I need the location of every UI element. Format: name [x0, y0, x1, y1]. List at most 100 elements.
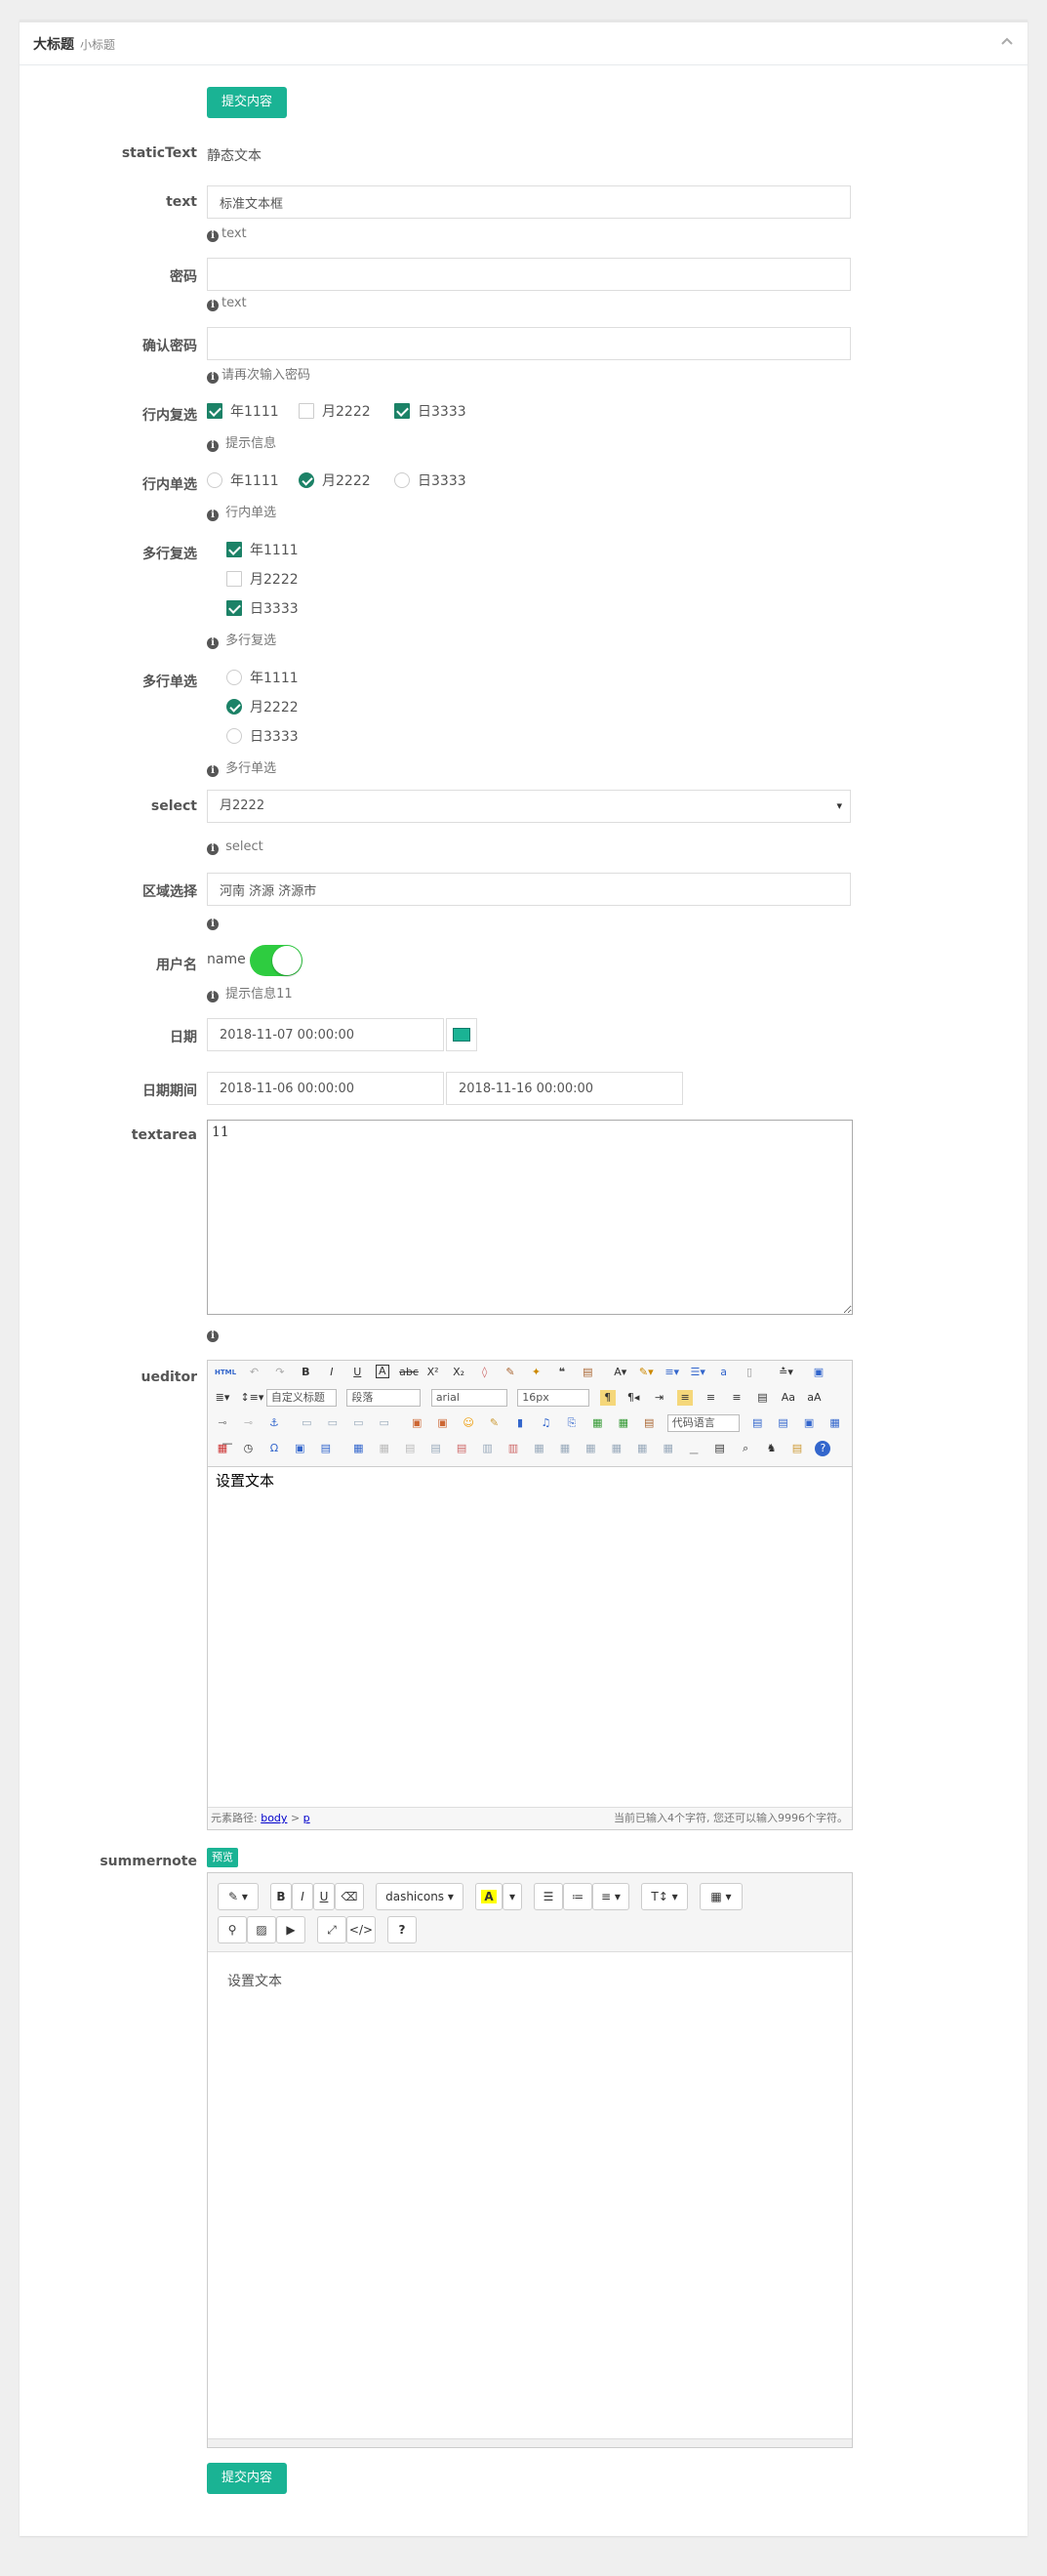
music-icon[interactable]: ♫	[538, 1415, 553, 1431]
calendar-icon[interactable]	[446, 1018, 477, 1051]
path-p-link[interactable]: p	[303, 1812, 310, 1824]
attachment-icon[interactable]: ⎘	[564, 1415, 580, 1431]
anchor-icon[interactable]: ⚓	[266, 1415, 282, 1431]
eraser-icon[interactable]: ◊	[477, 1365, 493, 1380]
checkbox-checked[interactable]	[226, 542, 242, 557]
path-body-link[interactable]: body	[261, 1812, 287, 1824]
split-cells-icon[interactable]: ▦	[609, 1441, 624, 1456]
link-button[interactable]: ⚲	[218, 1916, 247, 1943]
delete-table-icon[interactable]: ▦	[377, 1441, 392, 1456]
merge-cells-icon[interactable]: ▦	[531, 1441, 546, 1456]
table-icon[interactable]: ▦	[350, 1441, 366, 1456]
multi-radio-option[interactable]: 年1111	[226, 668, 299, 689]
ueditor-content[interactable]: 设置文本	[216, 1470, 274, 1491]
inline-radio-option[interactable]: 月2222	[299, 470, 371, 492]
map-icon[interactable]: ▦	[589, 1415, 605, 1431]
edit-tip-icon[interactable]: ▤	[789, 1441, 805, 1456]
multi-checkbox-option[interactable]: 年1111	[226, 540, 299, 561]
preview-button[interactable]: 预览	[207, 1848, 238, 1867]
auto-format-icon[interactable]: ✦	[528, 1365, 544, 1380]
align-left-icon[interactable]: ≡	[677, 1390, 694, 1406]
time-icon[interactable]: ◷	[240, 1441, 256, 1456]
date-range-end[interactable]	[446, 1072, 683, 1105]
radio-unchecked[interactable]	[226, 728, 242, 744]
merge-right-icon[interactable]: ▦	[557, 1441, 573, 1456]
image-center-icon[interactable]: ▭	[377, 1415, 392, 1431]
image-left-icon[interactable]: ▭	[325, 1415, 341, 1431]
radio-checked[interactable]	[226, 699, 242, 715]
fullscreen-button[interactable]: ⤢	[317, 1916, 346, 1943]
help-icon[interactable]: ?	[815, 1441, 831, 1456]
image-right-icon[interactable]: ▭	[350, 1415, 366, 1431]
font-border-icon[interactable]: A	[375, 1365, 389, 1378]
split-rows-icon[interactable]: ▦	[634, 1441, 650, 1456]
drafts-icon[interactable]: ♞	[764, 1441, 780, 1456]
bold-icon[interactable]: B	[298, 1365, 313, 1380]
template-icon[interactable]: ▤	[776, 1415, 791, 1431]
line-height-icon[interactable]: ↕≡▾	[240, 1390, 263, 1406]
date-range-start[interactable]	[207, 1072, 444, 1105]
delete-row-icon[interactable]: ▤	[454, 1441, 469, 1456]
merge-down-icon[interactable]: ▦	[583, 1441, 598, 1456]
gmap-icon[interactable]: ▦	[616, 1415, 631, 1431]
text-input[interactable]	[207, 185, 851, 219]
radio-unchecked[interactable]	[394, 472, 410, 488]
to-lowercase-icon[interactable]: aA	[806, 1390, 822, 1406]
chevron-up-icon[interactable]	[1000, 34, 1014, 50]
unordered-list-icon[interactable]: ☰▾	[690, 1365, 705, 1380]
undo-icon[interactable]: ↶	[246, 1365, 262, 1380]
row-spacing-icon[interactable]: ≛▾	[779, 1365, 794, 1380]
html-source-icon[interactable]: HTML	[215, 1365, 236, 1380]
strikethrough-icon[interactable]: abc	[399, 1365, 419, 1380]
radio-unchecked[interactable]	[226, 670, 242, 685]
underline-button[interactable]: U	[313, 1883, 335, 1910]
submit-button-top[interactable]: 提交内容	[207, 87, 287, 118]
ordered-list-button[interactable]: ≔	[563, 1883, 592, 1910]
username-toggle[interactable]	[250, 945, 302, 976]
paste-text-icon[interactable]: ▤	[580, 1365, 595, 1380]
italic-icon[interactable]: I	[324, 1365, 340, 1380]
select-all-icon[interactable]: a	[716, 1365, 732, 1380]
clear-doc-icon[interactable]: ▯	[742, 1365, 757, 1380]
charts-icon[interactable]: ▁	[686, 1441, 702, 1456]
summernote-content[interactable]: 设置文本	[227, 1971, 282, 1990]
picture-button[interactable]: ▨	[247, 1916, 276, 1943]
insert-video-icon[interactable]: ▮	[512, 1415, 528, 1431]
align-right-icon[interactable]: ≡	[729, 1390, 745, 1406]
paragraph-select[interactable]: 段落	[346, 1389, 422, 1407]
link-icon[interactable]: ⊸	[215, 1415, 230, 1431]
ordered-list-icon[interactable]: ≡▾	[664, 1365, 680, 1380]
page-break-icon[interactable]: ▤	[749, 1415, 765, 1431]
checkbox-checked[interactable]	[207, 403, 222, 419]
multi-checkbox-option[interactable]: 日3333	[226, 598, 299, 620]
rtl-icon[interactable]: ¶◂	[625, 1390, 641, 1406]
insert-col-icon[interactable]: ▥	[480, 1441, 496, 1456]
scrawl-icon[interactable]: ✎	[487, 1415, 503, 1431]
superscript-icon[interactable]: X²	[425, 1365, 441, 1380]
eraser-button[interactable]: ⌫	[335, 1883, 364, 1910]
format-painter-icon[interactable]: ✎	[503, 1365, 518, 1380]
delete-col-icon[interactable]: ▥	[505, 1441, 521, 1456]
password-input[interactable]	[207, 258, 851, 291]
select-dropdown[interactable]: 月2222 ▾	[207, 790, 851, 823]
submit-button-bottom[interactable]: 提交内容	[207, 2463, 287, 2494]
date-input[interactable]	[207, 1018, 444, 1051]
paragraph-align-dropdown[interactable]: ≡ ▾	[592, 1883, 629, 1910]
date-icon[interactable]: ▦	[215, 1441, 230, 1456]
image-none-icon[interactable]: ▭	[299, 1415, 314, 1431]
redo-icon[interactable]: ↷	[272, 1365, 288, 1380]
inline-radio-option[interactable]: 年1111	[207, 470, 279, 492]
inline-checkbox-option[interactable]: 月2222	[299, 401, 371, 423]
radio-checked[interactable]	[299, 472, 314, 488]
inline-radio-option[interactable]: 日3333	[394, 470, 466, 492]
font-color-icon[interactable]: A▾	[613, 1365, 628, 1380]
code-language-select[interactable]: 代码语言	[666, 1414, 740, 1432]
italic-button[interactable]: I	[292, 1883, 313, 1910]
multi-radio-option[interactable]: 日3333	[226, 726, 299, 748]
textarea-input[interactable]: 11	[207, 1120, 853, 1315]
to-uppercase-icon[interactable]: Aa	[781, 1390, 796, 1406]
table-dropdown[interactable]: ▦ ▾	[700, 1883, 743, 1910]
font-size-select[interactable]: 16px	[517, 1389, 590, 1407]
inline-checkbox-option[interactable]: 日3333	[394, 401, 466, 423]
multi-checkbox-option[interactable]: 月2222	[226, 569, 299, 591]
